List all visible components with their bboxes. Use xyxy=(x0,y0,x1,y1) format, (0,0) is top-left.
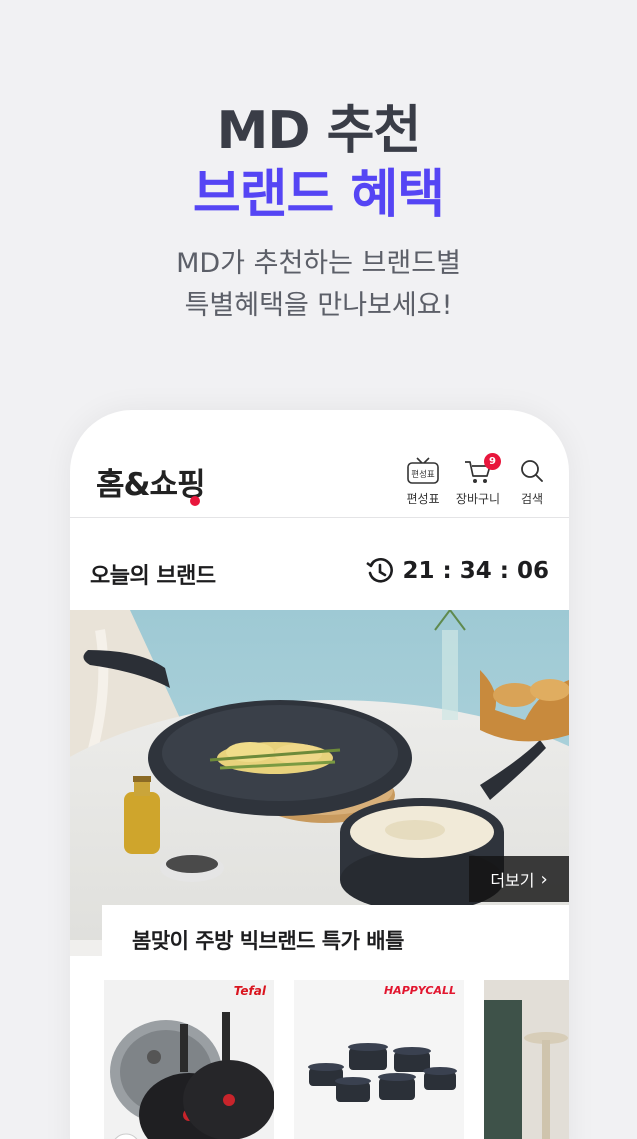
furniture-product-image xyxy=(484,980,569,1139)
countdown-timer: 21 : 34 : 06 xyxy=(365,556,549,586)
tv-icon-text: 편성표 xyxy=(411,469,435,480)
cart-count-badge: 9 xyxy=(484,453,501,470)
search-label: 검색 xyxy=(520,492,544,506)
promo-title-line2: 브랜드 혜택 xyxy=(192,165,445,225)
search-icon xyxy=(521,460,543,482)
cart-label: 장바구니 xyxy=(455,492,501,506)
app-logo[interactable]: 홈&쇼핑 xyxy=(96,459,206,504)
clock-timer-icon xyxy=(365,558,393,583)
brand-logo-happycall: HAPPYCALL xyxy=(383,984,456,997)
brand-card-happycall[interactable]: HAPPYCALL xyxy=(294,980,464,1139)
promo-subtitle-line1: MD가 추천하는 브랜드별 xyxy=(176,248,461,279)
cart-button[interactable]: 9 장바구니 xyxy=(450,453,506,510)
brand-card-furniture[interactable] xyxy=(484,980,569,1139)
chevron-right-icon: › xyxy=(540,868,548,890)
search-button[interactable]: 검색 xyxy=(504,456,560,510)
brand-caption[interactable]: 봄맞이 주방 빅브랜드 특가 배틀 xyxy=(132,925,404,955)
timer-value: 21 : 34 : 06 xyxy=(402,558,549,584)
more-button[interactable]: 더보기 › xyxy=(469,856,569,902)
tefal-product-image xyxy=(110,1012,274,1139)
promo-subtitle-line2: 특별혜택을 만나보세요! xyxy=(184,290,453,321)
more-label: 더보기 xyxy=(490,871,535,890)
caption-box: 봄맞이 주방 빅브랜드 특가 배틀 xyxy=(102,905,569,965)
tv-schedule-icon: 편성표 xyxy=(407,457,439,484)
logo-dot xyxy=(190,496,200,506)
schedule-label: 편성표 xyxy=(406,492,440,506)
brand-logo-tefal: Tefal xyxy=(233,984,266,998)
brand-card-tefal[interactable]: Tefal xyxy=(104,980,274,1139)
schedule-button[interactable]: 편성표 편성표 xyxy=(395,456,451,510)
phone-frame: 홈&쇼핑 편성표 편성표 9 장바구니 검색 오늘의 브랜드 21: 34:… xyxy=(70,410,569,1139)
happycall-product-image xyxy=(308,1043,457,1102)
app-header: 홈&쇼핑 편성표 편성표 9 장바구니 검색 xyxy=(70,410,569,518)
section-title: 오늘의 브랜드 xyxy=(90,564,216,589)
